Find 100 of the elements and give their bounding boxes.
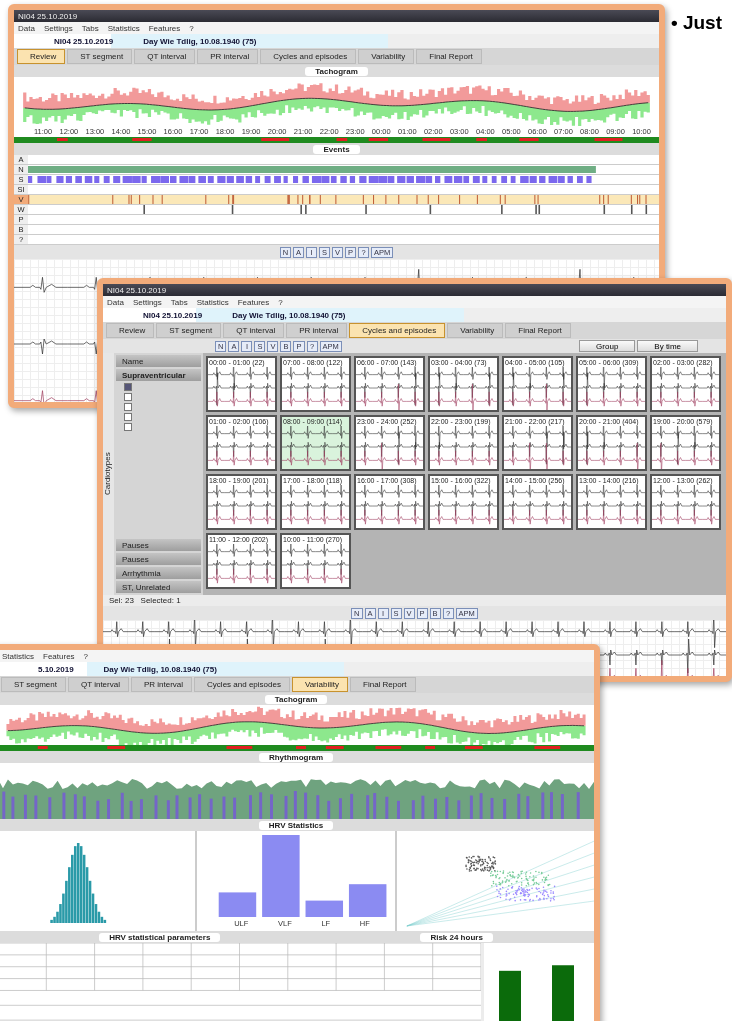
rhythmogram-bar <box>503 798 507 819</box>
risk-bar <box>499 970 521 1021</box>
ecg-trace <box>430 485 497 525</box>
side-panel-label: Cardiotypes <box>103 353 114 595</box>
panel-title: Events <box>313 144 360 154</box>
rhythmogram-bar <box>11 796 15 819</box>
slide-bullet-text: • Just <box>671 12 722 34</box>
tab[interactable]: Variability <box>291 677 348 692</box>
list-header[interactable]: Name <box>116 355 201 367</box>
panel-title: Tachogram <box>264 694 328 704</box>
menu-item[interactable]: ? <box>189 23 194 33</box>
ecg-trace <box>282 485 349 525</box>
tab[interactable]: Final Report <box>416 49 482 64</box>
section-header[interactable]: Pauses <box>116 539 201 551</box>
tab[interactable]: Review <box>106 323 155 338</box>
menu-item[interactable]: Features <box>237 297 270 307</box>
tab[interactable]: Variability <box>358 49 415 64</box>
rhythmogram-bar <box>139 799 143 819</box>
rhythmogram-bar <box>154 795 158 819</box>
rhythmogram-bar <box>62 792 66 819</box>
ecg-trace <box>504 426 571 469</box>
rhythmogram-bar <box>373 793 377 819</box>
tab[interactable]: PR interval <box>130 677 193 692</box>
ecg-trace <box>208 426 275 466</box>
ecg-trace <box>504 485 571 525</box>
status-text: Sel: 23 Selected: 1 <box>109 596 181 605</box>
rhythmogram-bar <box>304 792 308 819</box>
panel-title: Rhythmogram <box>258 752 334 762</box>
tab[interactable]: QT interval <box>134 49 196 64</box>
rhythmogram-bar <box>166 800 170 819</box>
rhythmogram-bar <box>397 800 400 819</box>
tab[interactable]: QT interval <box>68 677 129 692</box>
checkbox[interactable] <box>124 393 132 401</box>
menu-item[interactable]: Statistics <box>107 23 140 33</box>
rhythmogram-bar <box>284 795 288 819</box>
tab[interactable]: ST segment <box>67 49 133 64</box>
tab[interactable]: PR interval <box>286 323 348 338</box>
ecg-trace <box>356 485 423 525</box>
ecg-trace <box>430 426 497 466</box>
group-header[interactable]: Supraventricular <box>116 369 201 381</box>
rhythmogram-bar <box>233 797 237 819</box>
ecg-trace <box>208 485 275 525</box>
checkbox[interactable] <box>124 423 132 431</box>
group-dropdown[interactable]: Group <box>579 340 636 352</box>
spectrum-bar <box>305 900 344 917</box>
tab[interactable]: Cycles and episodes <box>194 677 290 692</box>
menu-item[interactable]: Settings <box>43 23 73 33</box>
tab[interactable]: ST segment <box>156 323 222 338</box>
menu-item[interactable]: Features <box>148 23 181 33</box>
record-id: NI04 25.10.2019 <box>54 36 114 46</box>
ecg-trace <box>652 485 719 525</box>
rhythmogram-bar <box>316 795 320 819</box>
panel-title: Risk 24 hours <box>420 932 493 942</box>
rhythmogram-bar <box>421 795 425 819</box>
rhythmogram-bar <box>479 793 483 819</box>
ecg-trace <box>652 426 719 469</box>
tab[interactable]: QT interval <box>223 323 285 338</box>
rhythmogram-bar <box>34 795 38 819</box>
checkbox[interactable] <box>124 383 132 391</box>
menu-item[interactable]: Statistics <box>2 651 34 661</box>
ecg-trace <box>208 544 275 584</box>
tab[interactable]: Final Report <box>505 323 571 338</box>
tab[interactable]: Review <box>17 49 66 64</box>
checkbox[interactable] <box>124 403 132 411</box>
menu-item[interactable]: Statistics <box>196 297 229 307</box>
rhythmogram-bar <box>327 800 331 819</box>
menu-item[interactable]: Data <box>107 297 124 307</box>
patient-info: Day Wie Tdlig, 10.08.1940 (75) <box>232 310 346 320</box>
tab[interactable]: Cycles and episodes <box>349 323 446 338</box>
rhythmogram-bar <box>188 797 192 819</box>
rhythmogram-bar <box>576 792 580 819</box>
rhythmogram-bar <box>490 797 494 819</box>
rhythmogram-bar <box>350 793 354 819</box>
spectrum-bar <box>349 884 387 917</box>
section-header[interactable]: ST, Unrelated <box>116 581 201 593</box>
section-header[interactable]: Pauses <box>116 553 201 565</box>
ecg-trace <box>356 426 423 469</box>
menu-item[interactable]: Tabs <box>81 23 99 33</box>
rhythmogram-bar <box>541 792 545 819</box>
checkbox[interactable] <box>124 413 132 421</box>
menu-item[interactable]: Data <box>18 23 35 33</box>
menu-item[interactable]: Tabs <box>170 297 188 307</box>
menu-item[interactable]: Features <box>43 651 75 661</box>
section-header[interactable]: Arrhythmia <box>116 567 201 579</box>
menu-item[interactable]: ? <box>278 297 283 307</box>
rhythmogram-bar <box>293 791 297 819</box>
tab[interactable]: PR interval <box>197 49 259 64</box>
ecg-trace <box>282 426 349 466</box>
tab[interactable]: ST segment <box>1 677 66 692</box>
tab[interactable]: Cycles and episodes <box>260 49 357 64</box>
menu-item[interactable]: ? <box>83 651 89 661</box>
sort-dropdown[interactable]: By time <box>637 340 698 352</box>
rhythmogram-bar <box>550 792 553 819</box>
tab[interactable]: Variability <box>447 323 504 338</box>
menu-item[interactable]: Settings <box>132 297 162 307</box>
rhythmogram-bar <box>96 800 100 819</box>
rhythmogram-bar <box>270 794 273 819</box>
tab[interactable]: Final Report <box>350 677 416 692</box>
rhythmogram-bar <box>338 798 342 819</box>
rhythmogram-bar <box>445 796 449 819</box>
